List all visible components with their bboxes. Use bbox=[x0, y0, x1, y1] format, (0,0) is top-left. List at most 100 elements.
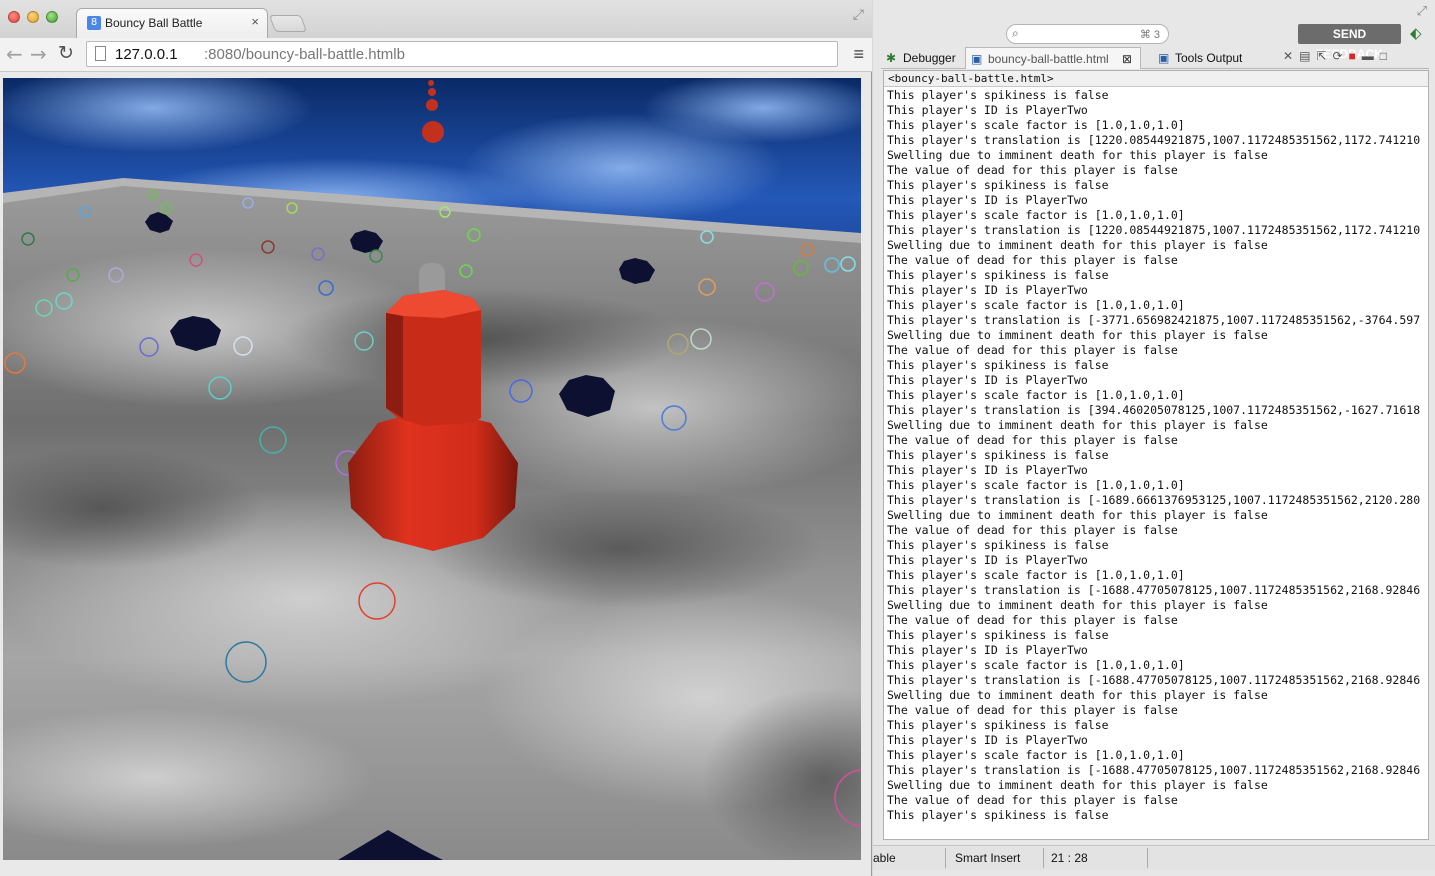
minimize-icon[interactable]: ▬ bbox=[1362, 49, 1380, 63]
console-line: The value of dead for this player is fal… bbox=[887, 703, 1178, 717]
send-feedback-button[interactable]: SEND FEEDBACK bbox=[1298, 24, 1401, 61]
ide-top-bar: ⤢ ⌕ ⌘ 3 SEND FEEDBACK ⬖ bbox=[873, 3, 1435, 61]
url-path: :8080/bouncy-ball-battle.htmlb bbox=[204, 46, 405, 63]
browser-titlebar: 8 Bouncy Ball Battle × ⤢ bbox=[0, 0, 872, 38]
console-line: Swelling due to imminent death for this … bbox=[887, 418, 1268, 432]
status-bar: able Smart Insert 21 : 28 bbox=[873, 845, 1435, 870]
console-line: This player's spikiness is false bbox=[887, 808, 1109, 822]
console-line: Swelling due to imminent death for this … bbox=[887, 598, 1268, 612]
console-line: This player's scale factor is [1.0,1.0,1… bbox=[887, 388, 1185, 402]
tab-editor[interactable]: ▣ bouncy-ball-battle.html ⊠ bbox=[965, 47, 1141, 69]
console-line: The value of dead for this player is fal… bbox=[887, 163, 1178, 177]
status-insert-mode: Smart Insert bbox=[955, 851, 1021, 865]
browser-toolbar: ← → ↻ 127.0.0.1 :8080/bouncy-ball-battle… bbox=[0, 38, 872, 72]
console-line: This player's spikiness is false bbox=[887, 268, 1109, 282]
pin-icon[interactable]: ⇱ bbox=[1316, 49, 1332, 63]
console-line: This player's spikiness is false bbox=[887, 448, 1109, 462]
console-line: This player's translation is [-1689.6661… bbox=[887, 493, 1421, 507]
console-line: Swelling due to imminent death for this … bbox=[887, 148, 1268, 162]
console-line: This player's translation is [1220.08544… bbox=[887, 133, 1421, 147]
console-line: The value of dead for this player is fal… bbox=[887, 343, 1178, 357]
console-line: The value of dead for this player is fal… bbox=[887, 523, 1178, 537]
console-line: The value of dead for this player is fal… bbox=[887, 793, 1178, 807]
console-line: This player's ID is PlayerTwo bbox=[887, 733, 1088, 747]
console-line: The value of dead for this player is fal… bbox=[887, 613, 1178, 627]
console-header: <bouncy-ball-battle.html> bbox=[884, 71, 1428, 87]
fullscreen-icon[interactable]: ⤢ bbox=[853, 6, 864, 23]
tab-editor-label: bouncy-ball-battle.html bbox=[988, 52, 1109, 66]
status-divider bbox=[1043, 848, 1044, 868]
console-line: This player's ID is PlayerTwo bbox=[887, 103, 1088, 117]
page-icon bbox=[95, 46, 106, 61]
tab-close-icon[interactable]: × bbox=[251, 14, 259, 29]
stop-icon[interactable]: ■ bbox=[1349, 49, 1362, 63]
search-shortcut-hint: ⌘ 3 bbox=[1139, 29, 1160, 41]
status-cursor-position: 21 : 28 bbox=[1051, 851, 1088, 865]
favicon-icon: 8 bbox=[87, 16, 101, 30]
ide-window: ⤢ ⌕ ⌘ 3 SEND FEEDBACK ⬖ ✱ Debugger ▣ bou… bbox=[873, 0, 1435, 876]
console-line: This player's translation is [-3771.6569… bbox=[887, 313, 1421, 327]
tab-close-icon[interactable]: ⊠ bbox=[1122, 48, 1132, 70]
console-line: This player's spikiness is false bbox=[887, 178, 1109, 192]
url-host: 127.0.0.1 bbox=[115, 46, 178, 63]
browser-tab[interactable]: 8 Bouncy Ball Battle × bbox=[76, 8, 268, 38]
maximize-icon[interactable]: □ bbox=[1380, 49, 1393, 63]
address-bar[interactable]: 127.0.0.1 :8080/bouncy-ball-battle.htmlb bbox=[86, 41, 838, 67]
game-canvas[interactable] bbox=[3, 78, 861, 860]
console-line: This player's translation is [-1688.4770… bbox=[887, 763, 1421, 777]
console-output[interactable]: <bouncy-ball-battle.html> This player's … bbox=[883, 70, 1429, 840]
console-line: This player's ID is PlayerTwo bbox=[887, 373, 1088, 387]
tab-debugger[interactable]: ✱ Debugger bbox=[881, 47, 963, 69]
console-line: Swelling due to imminent death for this … bbox=[887, 508, 1268, 522]
console-line: This player's translation is [-1688.4770… bbox=[887, 673, 1421, 687]
refresh-icon[interactable]: ⟳ bbox=[1332, 49, 1348, 63]
browser-window: 8 Bouncy Ball Battle × ⤢ ← → ↻ 127.0.0.1… bbox=[0, 0, 872, 876]
menu-icon[interactable]: ≡ bbox=[853, 44, 864, 65]
console-line: This player's spikiness is false bbox=[887, 538, 1109, 552]
console-line: This player's translation is [1220.08544… bbox=[887, 223, 1421, 237]
console-line: This player's ID is PlayerTwo bbox=[887, 193, 1088, 207]
zoom-window-button[interactable] bbox=[46, 11, 58, 23]
console-line: This player's spikiness is false bbox=[887, 718, 1109, 732]
ide-view-tabs: ✱ Debugger ▣ bouncy-ball-battle.html ⊠ ▣… bbox=[881, 47, 1429, 69]
bug-icon: ✱ bbox=[886, 51, 897, 65]
search-icon: ⌕ bbox=[1012, 26, 1019, 40]
tab-title: Bouncy Ball Battle bbox=[105, 16, 203, 30]
console-line: This player's scale factor is [1.0,1.0,1… bbox=[887, 118, 1185, 132]
console-icon: ▣ bbox=[1158, 51, 1170, 65]
layout-icon[interactable]: ▤ bbox=[1299, 49, 1316, 63]
status-divider bbox=[945, 848, 946, 868]
status-writable: able bbox=[873, 851, 896, 865]
reload-icon[interactable]: ↻ bbox=[58, 42, 74, 64]
close-window-button[interactable] bbox=[8, 11, 20, 23]
console-line: The value of dead for this player is fal… bbox=[887, 253, 1178, 267]
tab-tools-label: Tools Output bbox=[1175, 51, 1243, 65]
minimize-window-button[interactable] bbox=[27, 11, 39, 23]
tab-debugger-label: Debugger bbox=[903, 51, 956, 65]
console-line: Swelling due to imminent death for this … bbox=[887, 238, 1268, 252]
back-icon[interactable]: ← bbox=[6, 42, 23, 66]
file-icon: ▣ bbox=[971, 52, 983, 66]
console-line: This player's ID is PlayerTwo bbox=[887, 463, 1088, 477]
console-line: This player's translation is [394.460205… bbox=[887, 403, 1421, 417]
tab-tools-output[interactable]: ▣ Tools Output bbox=[1153, 47, 1261, 69]
view-actions: ✕▤⇱⟳■▬□ bbox=[1283, 49, 1393, 63]
quick-access-search[interactable]: ⌕ ⌘ 3 bbox=[1006, 24, 1169, 44]
new-tab-button[interactable] bbox=[268, 15, 308, 32]
console-line: Swelling due to imminent death for this … bbox=[887, 778, 1268, 792]
console-line: This player's scale factor is [1.0,1.0,1… bbox=[887, 748, 1185, 762]
clear-icon[interactable]: ✕ bbox=[1283, 49, 1299, 63]
status-divider bbox=[1147, 848, 1148, 868]
forward-icon[interactable]: → bbox=[30, 42, 47, 66]
console-line: This player's ID is PlayerTwo bbox=[887, 553, 1088, 567]
console-line: This player's spikiness is false bbox=[887, 88, 1109, 102]
console-line: This player's spikiness is false bbox=[887, 358, 1109, 372]
console-line: This player's ID is PlayerTwo bbox=[887, 643, 1088, 657]
console-line: This player's scale factor is [1.0,1.0,1… bbox=[887, 298, 1185, 312]
console-line: Swelling due to imminent death for this … bbox=[887, 328, 1268, 342]
console-line: This player's scale factor is [1.0,1.0,1… bbox=[887, 568, 1185, 582]
perspective-icon[interactable]: ⬖ bbox=[1410, 24, 1422, 42]
console-line: Swelling due to imminent death for this … bbox=[887, 688, 1268, 702]
resize-icon[interactable]: ⤢ bbox=[1417, 3, 1427, 19]
console-lines: This player's spikiness is false This pla… bbox=[884, 87, 1428, 823]
